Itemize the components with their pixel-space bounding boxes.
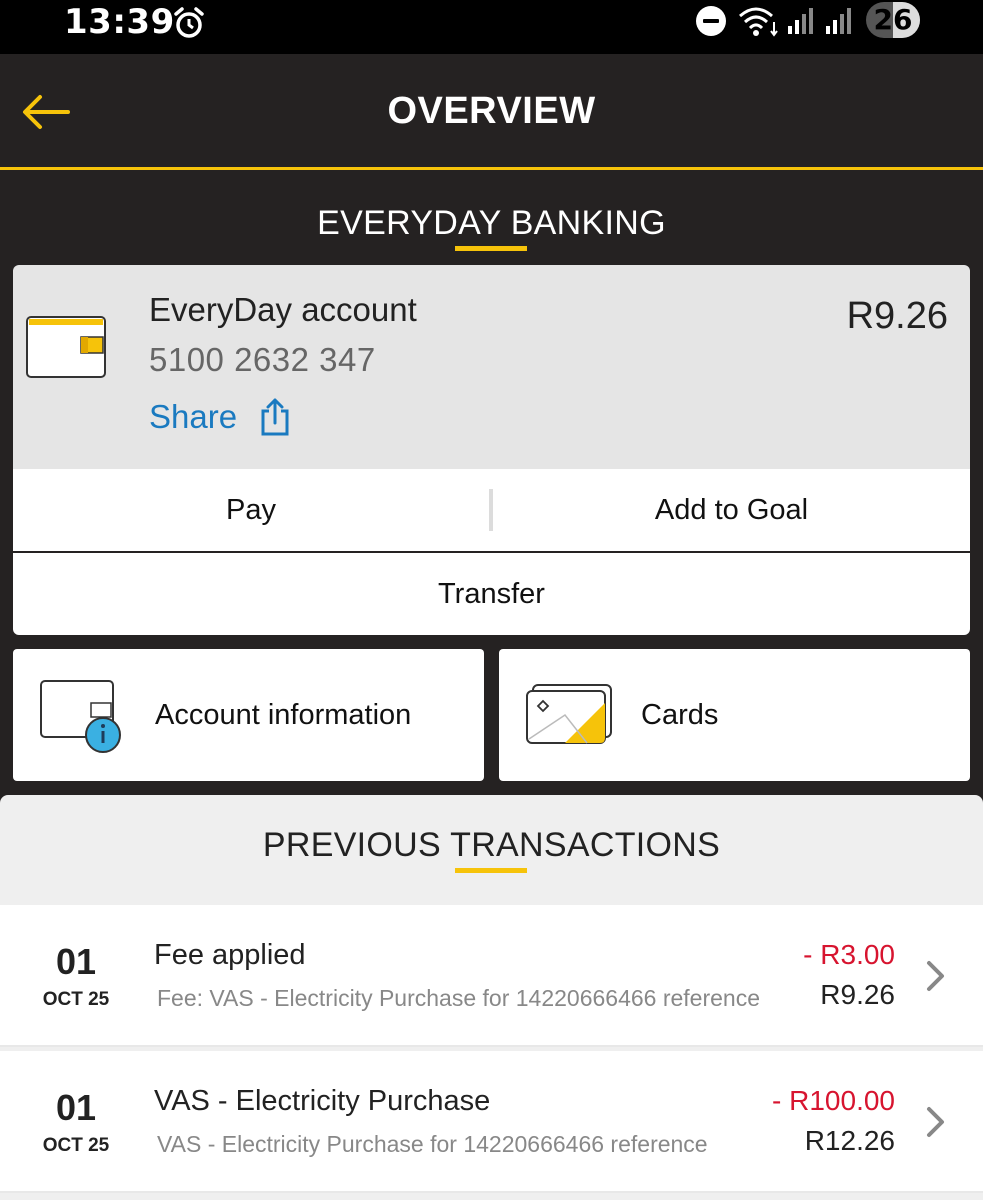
transaction-row[interactable]: 01 OCT 25 Fee applied Fee: VAS - Electri… xyxy=(0,905,983,1047)
transaction-day: 01 xyxy=(55,1087,97,1128)
transaction-month: OCT 25 xyxy=(42,989,110,1010)
app-header: OVERVIEW xyxy=(0,54,983,170)
battery-level: 26 xyxy=(873,3,913,36)
transaction-title: VAS - Electricity Purchase xyxy=(154,1085,491,1117)
transaction-amount: - R3.00 xyxy=(803,939,895,970)
chevron-right-icon xyxy=(927,1107,944,1137)
wallet-icon xyxy=(26,316,106,378)
account-card[interactable]: EveryDay account 5100 2632 347 Share R9.… xyxy=(13,265,970,469)
do-not-disturb-icon xyxy=(696,6,726,36)
transfer-button[interactable]: Transfer xyxy=(13,553,970,635)
previous-transactions-underline xyxy=(455,868,527,873)
page-title: OVERVIEW xyxy=(387,90,596,132)
chevron-right-icon xyxy=(927,961,944,991)
share-label: Share xyxy=(149,398,238,435)
pay-button[interactable]: Pay xyxy=(13,469,489,551)
account-balance: R9.26 xyxy=(846,295,948,337)
add-to-goal-button[interactable]: Add to Goal xyxy=(493,469,970,551)
account-name: EveryDay account xyxy=(149,291,417,328)
account-info-icon xyxy=(40,680,121,753)
everyday-banking-underline xyxy=(455,246,527,251)
transaction-row[interactable]: 01 OCT 25 VAS - Electricity Purchase VAS… xyxy=(0,1051,983,1193)
account-information-tile[interactable]: Account information xyxy=(13,649,484,781)
wifi-icon xyxy=(739,7,778,37)
previous-transactions-heading: PREVIOUS TRANSACTIONS xyxy=(262,826,721,864)
signal-icon xyxy=(788,8,813,34)
transaction-description: VAS - Electricity Purchase for 142206664… xyxy=(157,1131,708,1157)
signal-icon xyxy=(826,8,851,34)
share-icon xyxy=(261,398,289,436)
account-information-label: Account information xyxy=(155,698,412,731)
action-row-primary: Pay Add to Goal xyxy=(13,469,970,551)
status-time: 13:39 xyxy=(64,2,175,42)
transaction-title: Fee applied xyxy=(154,939,306,971)
cards-icon xyxy=(526,684,612,744)
transaction-amount: - R100.00 xyxy=(772,1085,895,1116)
cards-tile[interactable]: Cards xyxy=(499,649,970,781)
transaction-month: OCT 25 xyxy=(42,1135,110,1156)
transaction-balance: R12.26 xyxy=(804,1125,895,1156)
alarm-icon xyxy=(174,7,204,38)
everyday-banking-heading: EVERYDAY BANKING xyxy=(317,204,666,242)
transaction-day: 01 xyxy=(55,941,97,982)
cards-label: Cards xyxy=(641,698,719,731)
account-number: 5100 2632 347 xyxy=(149,341,376,378)
battery-icon: 26 xyxy=(866,2,920,38)
share-button[interactable]: Share xyxy=(149,395,291,439)
transaction-description: Fee: VAS - Electricity Purchase for 1422… xyxy=(157,985,761,1011)
action-row-secondary: Transfer xyxy=(13,553,970,635)
transaction-balance: R9.26 xyxy=(820,979,895,1010)
status-bar: 13:39 26 xyxy=(0,0,983,54)
